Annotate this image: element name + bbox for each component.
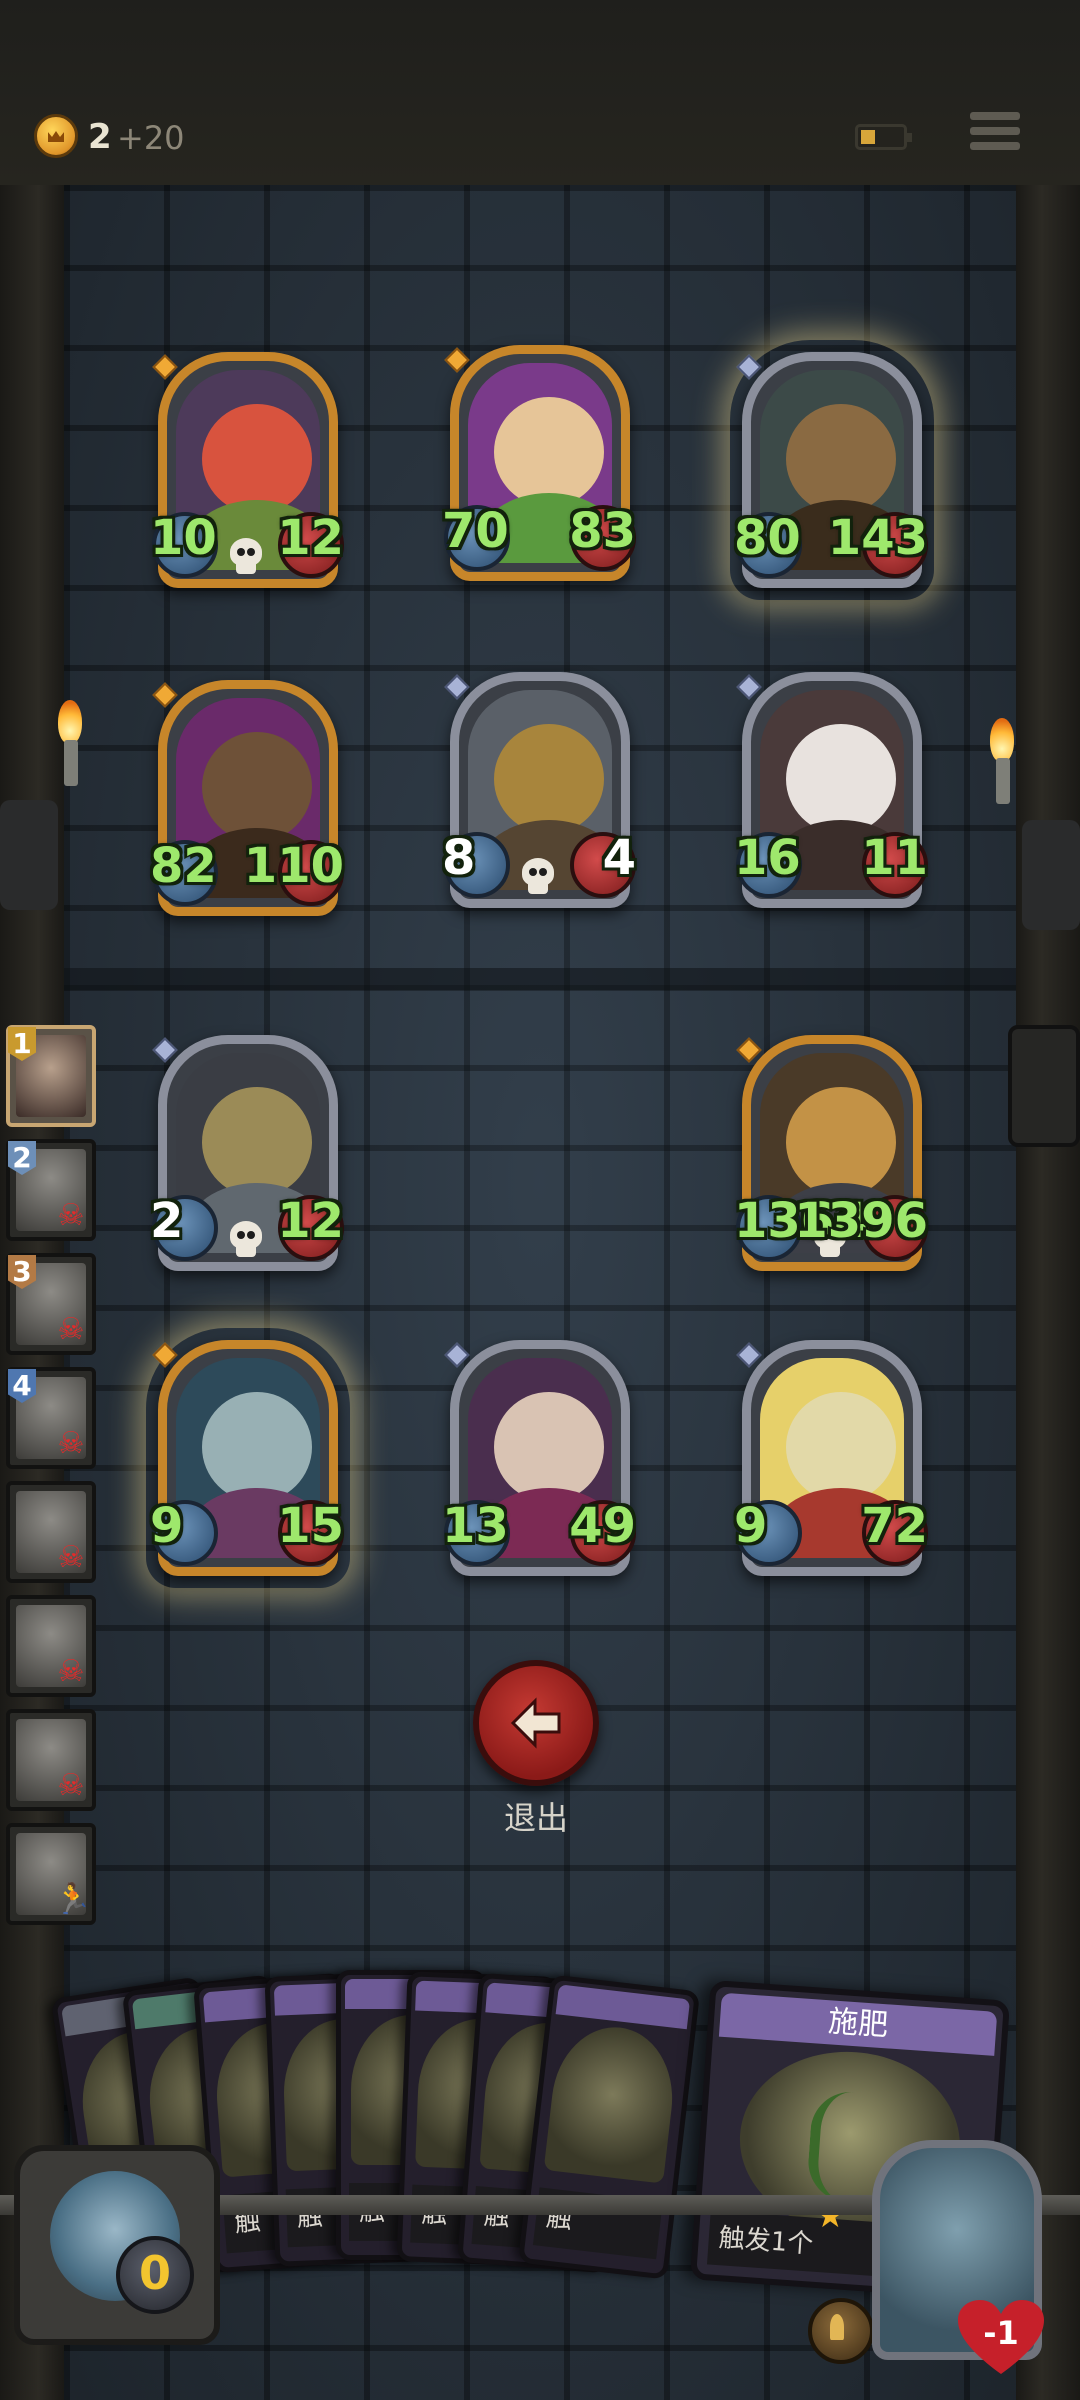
unit-health: 1396 [794, 1193, 928, 1249]
turn-order-slot[interactable]: 4 ☠ [6, 1367, 96, 1469]
gold-increment: +20 [117, 119, 185, 157]
unit-health: 72 [861, 1498, 928, 1554]
right-torch-icon [990, 718, 1014, 804]
unit-health: 12 [277, 510, 344, 566]
unit-health: 11 [861, 830, 928, 886]
unit-attack: 8 [442, 830, 476, 886]
unit-attack: 16 [734, 830, 801, 886]
turn-order-slot[interactable]: 🏃 [6, 1823, 96, 1925]
unit-health: 83 [569, 503, 636, 559]
right-torch-bracket [1022, 820, 1080, 930]
defeated-skull-icon: ☠ [57, 1768, 85, 1803]
defeated-skull-icon: ☠ [57, 1312, 85, 1347]
fleeing-icon: 🏃 [54, 1882, 92, 1917]
exit-label: 退出 [503, 1799, 568, 1837]
left-torch-icon [58, 700, 82, 786]
skull-icon [518, 858, 558, 898]
board-divider [64, 968, 1016, 990]
unit-attack: 2 [150, 1193, 184, 1249]
hero-health-value: -1 [983, 2314, 1019, 2352]
unit-health: 49 [569, 1498, 636, 1554]
enemy-unit-card[interactable]: 10 12 [150, 352, 344, 592]
left-torch-bracket [0, 800, 58, 910]
unit-attack: 9 [150, 1498, 184, 1554]
unit-health: 4 [602, 830, 636, 886]
battery-low-icon [855, 124, 912, 150]
unit-attack: 10 [150, 510, 217, 566]
hint-bulb-icon[interactable] [808, 2298, 874, 2364]
card-art [543, 2020, 681, 2184]
gold-coin-icon [34, 114, 78, 158]
ally-unit-card[interactable]: 1364 1396 [734, 1035, 928, 1275]
turn-order-slot[interactable]: 2 ☠ [6, 1139, 96, 1241]
unit-attack: 70 [442, 503, 509, 559]
turn-order-slot[interactable]: ☠ [6, 1481, 96, 1583]
hamburger-menu-icon[interactable] [970, 112, 1020, 158]
unit-health: 12 [277, 1193, 344, 1249]
card-header [555, 1984, 691, 2030]
enemy-unit-card[interactable]: 70 83 [442, 345, 636, 585]
unit-health: 143 [827, 510, 928, 566]
arrow-left-icon [510, 1697, 561, 1749]
turn-order-sidebar: 1 2 ☠ 3 ☠ 4 ☠ ☠ ☠ ☠ 🏃 [0, 1025, 102, 1945]
ally-unit-card[interactable]: 9 15 [150, 1340, 344, 1580]
exit-button[interactable] [473, 1660, 599, 1786]
unit-attack: 80 [734, 510, 801, 566]
enemy-unit-card[interactable]: 82 110 [150, 680, 344, 920]
skull-icon [226, 538, 266, 578]
defeated-skull-icon: ☠ [57, 1426, 85, 1461]
unit-attack: 13 [442, 1498, 509, 1554]
unit-attack: 9 [734, 1498, 768, 1554]
hand-card[interactable]: 触 [517, 1974, 701, 2280]
turn-order-slot[interactable]: ☠ [6, 1595, 96, 1697]
deck-count: 0 [116, 2236, 194, 2314]
defeated-skull-icon: ☠ [57, 1198, 85, 1233]
ally-unit-card[interactable]: 2 12 [150, 1035, 344, 1275]
right-wall-frame [1016, 185, 1080, 2400]
enemy-unit-card[interactable]: 84 [442, 672, 636, 912]
ally-unit-card[interactable]: 9 72 [734, 1340, 928, 1580]
turn-order-slot[interactable]: 3 ☠ [6, 1253, 96, 1355]
turn-order-slot[interactable]: 1 [6, 1025, 96, 1127]
top-bar: 2 +20 [0, 0, 1080, 189]
gold-count: 2 [88, 117, 112, 157]
hero-health: -1 [958, 2300, 1044, 2376]
defeated-skull-icon: ☠ [57, 1540, 85, 1575]
enemy-unit-card[interactable]: 16 11 [734, 672, 928, 912]
unit-attack: 82 [150, 838, 217, 894]
turn-order-slot[interactable]: ☠ [6, 1709, 96, 1811]
unit-health: 110 [243, 838, 344, 894]
deck-pile[interactable]: 0 [14, 2145, 220, 2345]
ally-unit-card[interactable]: 13 49 [442, 1340, 636, 1580]
skull-icon [226, 1221, 266, 1261]
defeated-skull-icon: ☠ [57, 1654, 85, 1689]
unit-health: 15 [277, 1498, 344, 1554]
enemy-unit-card[interactable]: 80 143 [734, 352, 928, 592]
focused-card-title: 施肥 [718, 1992, 998, 2056]
right-wall-latch [1008, 1025, 1080, 1147]
